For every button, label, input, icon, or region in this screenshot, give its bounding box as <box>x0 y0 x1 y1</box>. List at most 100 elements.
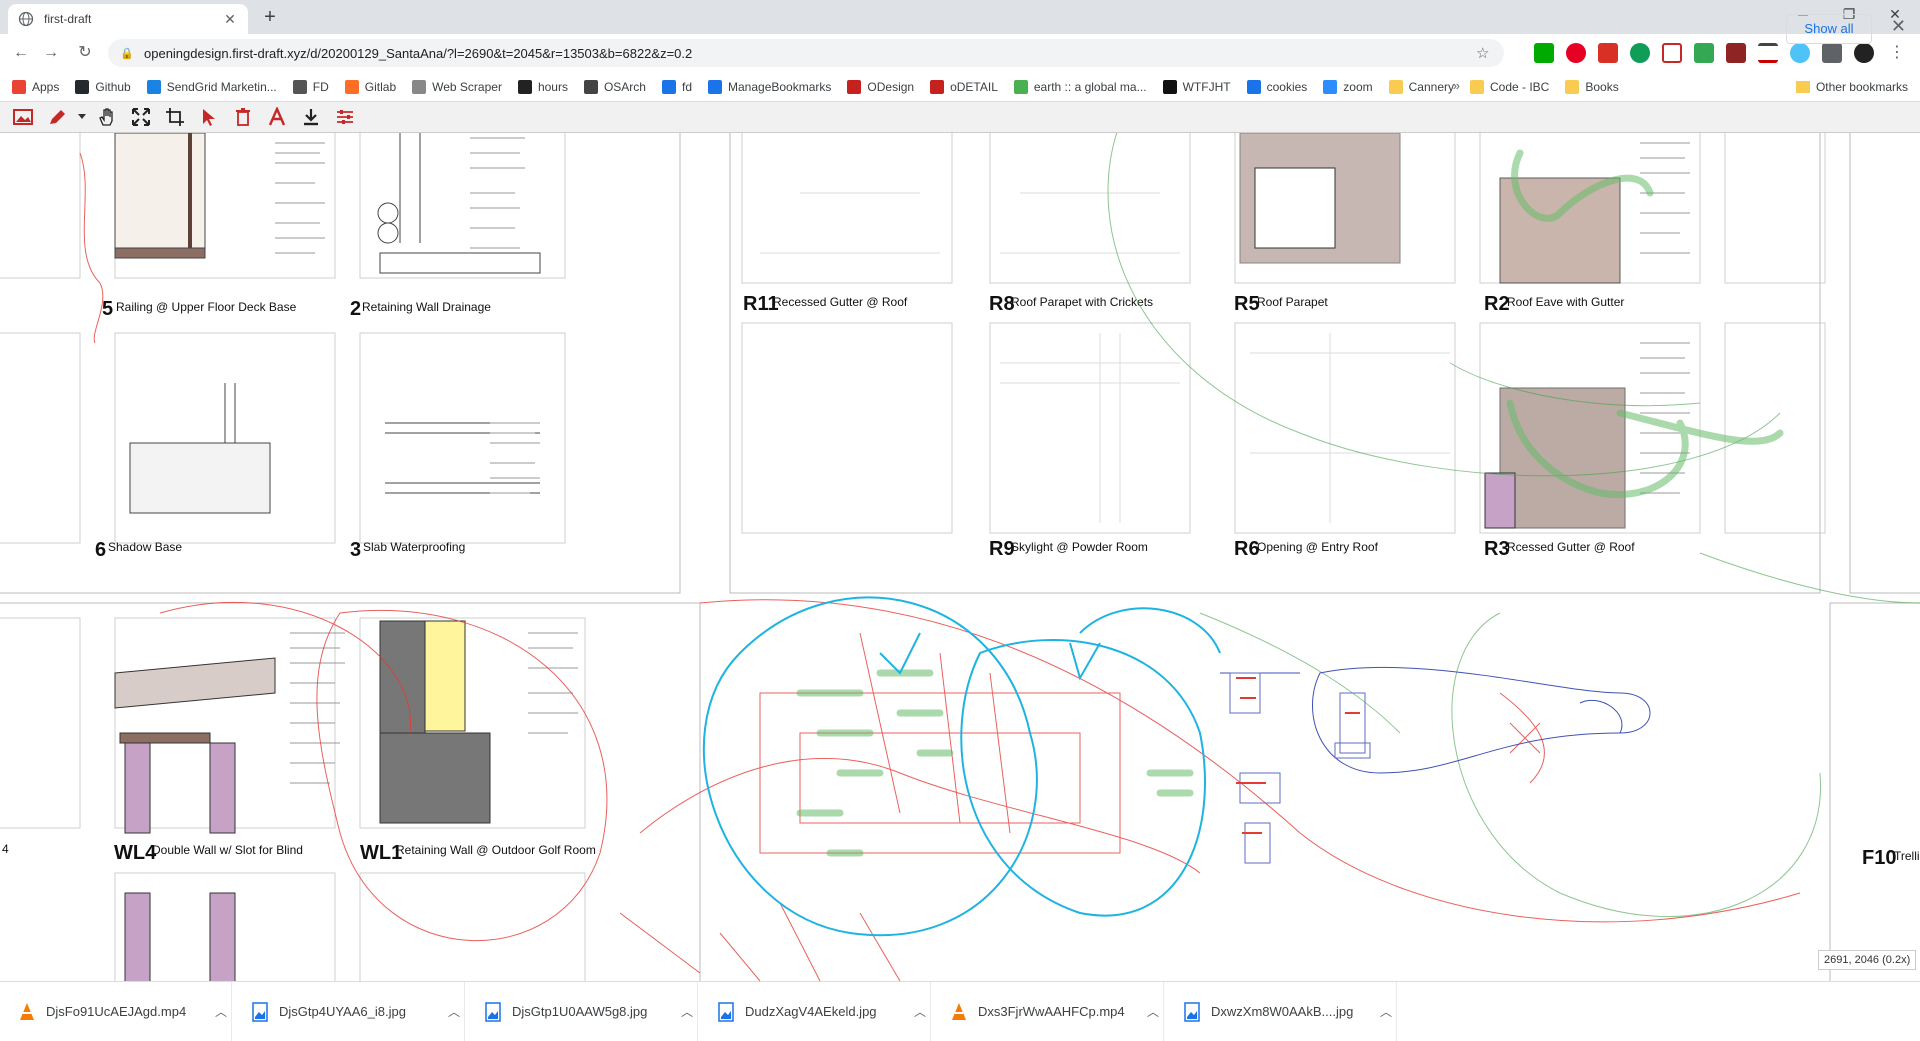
bookmark-favicon-icon <box>1013 79 1028 94</box>
bookmark-item[interactable]: earth :: a global ma... <box>1013 79 1147 94</box>
detail-num: R3 <box>1484 538 1510 560</box>
bookmark-label: ODesign <box>867 79 915 94</box>
forward-button[interactable]: → <box>38 40 64 66</box>
bookmark-label: ManageBookmarks <box>728 79 832 94</box>
bookmark-item[interactable]: Github <box>75 79 131 94</box>
bookmarks-overflow-chevron-icon[interactable]: » <box>1453 78 1460 93</box>
bookmark-item[interactable]: FD <box>292 79 329 94</box>
bookmark-label: Github <box>95 79 131 94</box>
download-item[interactable]: DjsFo91UcAEJAgd.mp4 ︿ <box>0 982 232 1041</box>
chevron-up-icon[interactable]: ︿ <box>910 1003 930 1020</box>
bookmark-label: Web Scraper <box>432 79 502 94</box>
pencil-icon <box>50 110 65 124</box>
bookmark-item[interactable]: Books <box>1565 79 1619 94</box>
drawing-toolbar <box>0 102 1920 133</box>
delete-tool-button[interactable] <box>226 104 260 130</box>
trash-icon <box>236 108 250 126</box>
extension-download-icon[interactable] <box>1694 43 1714 63</box>
image-file-icon <box>718 1001 734 1022</box>
bookmark-item[interactable]: OSArch <box>583 79 646 94</box>
download-item[interactable]: Dxs3FjrWwAAHFCp.mp4 ︿ <box>932 982 1164 1041</box>
crop-tool-button[interactable] <box>158 104 192 130</box>
reload-button[interactable]: ↻ <box>72 40 98 66</box>
bookmark-favicon-icon <box>1469 79 1484 94</box>
puzzle-icon[interactable] <box>1822 43 1842 63</box>
caret-down-icon <box>78 114 86 119</box>
menu-icon[interactable]: ⋮ <box>1884 40 1910 66</box>
bookmark-item[interactable]: Gitlab <box>344 79 396 94</box>
detail-title: Roof Parapet with Crickets <box>1011 295 1153 309</box>
download-filename: DudzXagV4AEkeld.jpg <box>745 1004 877 1019</box>
bookmark-item[interactable]: ODesign <box>847 79 915 94</box>
download-tool-button[interactable] <box>294 104 328 130</box>
image-tool-button[interactable] <box>6 104 40 130</box>
extension-atom-icon[interactable] <box>1790 43 1810 63</box>
bookmark-item[interactable]: cookies <box>1246 79 1307 94</box>
detail-title: Roof Eave with Gutter <box>1507 295 1624 309</box>
bookmark-label: FD <box>312 79 329 94</box>
detail-title: Double Wall w/ Slot for Blind <box>152 843 303 857</box>
canvas-coordinates-readout: 2691, 2046 (0.2x) <box>1818 950 1917 970</box>
download-item[interactable]: DjsGtp4UYAA6_i8.jpg ︿ <box>233 982 465 1041</box>
chevron-up-icon[interactable]: ︿ <box>211 1003 231 1020</box>
bookmark-item[interactable]: ManageBookmarks <box>708 79 832 94</box>
bookmark-star-icon[interactable]: ☆ <box>1476 44 1496 62</box>
pen-options-dropdown[interactable] <box>74 104 90 130</box>
expand-arrows-icon <box>132 108 150 126</box>
vlc-cone-icon <box>952 1002 966 1020</box>
bookmark-favicon-icon <box>412 79 427 94</box>
chevron-up-icon[interactable]: ︿ <box>444 1003 464 1020</box>
new-tab-button[interactable]: + <box>258 6 282 30</box>
close-tab-icon[interactable]: ✕ <box>222 11 238 27</box>
image-file-icon <box>252 1001 268 1022</box>
download-item[interactable]: DxwzXm8W0AAkB....jpg ︿ <box>1165 982 1397 1041</box>
bookmark-item[interactable]: oDETAIL <box>930 79 998 94</box>
download-filename: DjsGtp4UYAA6_i8.jpg <box>279 1004 406 1019</box>
bookmark-item[interactable]: fd <box>661 79 692 94</box>
bookmark-favicon-icon <box>847 79 862 94</box>
settings-sliders-button[interactable] <box>328 104 362 130</box>
extension-green-icon[interactable] <box>1630 43 1650 63</box>
text-tool-button[interactable] <box>260 104 294 130</box>
pen-tool-button[interactable] <box>40 104 74 130</box>
bookmark-item[interactable]: WTFJHT <box>1162 79 1231 94</box>
bookmark-item[interactable]: Apps <box>12 79 59 94</box>
bookmark-item[interactable]: SendGrid Marketin... <box>146 79 277 94</box>
extension-lines-icon[interactable] <box>1758 43 1778 63</box>
select-tool-button[interactable] <box>192 104 226 130</box>
chevron-up-icon[interactable]: ︿ <box>677 1003 697 1020</box>
bookmark-item[interactable]: Cannery <box>1388 79 1454 94</box>
pan-tool-button[interactable] <box>90 104 124 130</box>
bookmark-item[interactable]: zoom <box>1323 79 1373 94</box>
show-all-downloads-button[interactable]: Show all <box>1786 14 1872 44</box>
drawing-canvas[interactable]: 5 Railing @ Upper Floor Deck Base 2 Reta… <box>0 133 1920 981</box>
avatar[interactable] <box>1854 43 1874 63</box>
download-item[interactable]: DudzXagV4AEkeld.jpg ︿ <box>699 982 931 1041</box>
chevron-up-icon[interactable]: ︿ <box>1376 1003 1396 1020</box>
bookmarks-bar: Apps Github SendGrid Marketin... FD Gitlab We… <box>0 72 1920 102</box>
extension-bw-icon[interactable] <box>1534 43 1554 63</box>
downloads-shelf: DjsFo91UcAEJAgd.mp4 ︿ DjsGtp4UYAA6_i8.jpg ︿… <box>0 981 1920 1041</box>
address-bar[interactable]: 🔒 openingdesign.first-draft.xyz/d/202001… <box>108 39 1504 67</box>
other-bookmarks[interactable]: Other bookmarks <box>1795 72 1908 102</box>
download-filename: DxwzXm8W0AAkB....jpg <box>1211 1004 1354 1019</box>
pinterest-icon[interactable] <box>1566 43 1586 63</box>
extension-red-icon[interactable] <box>1598 43 1618 63</box>
tab-first-draft[interactable]: first-draft ✕ <box>8 4 248 34</box>
bookmark-favicon-icon <box>1323 79 1338 94</box>
bookmark-item[interactable]: Code - IBC <box>1469 79 1549 94</box>
bookmark-favicon-icon <box>75 79 90 94</box>
detail-num: 6 <box>95 539 106 561</box>
bookmark-item[interactable]: Web Scraper <box>412 79 502 94</box>
download-item[interactable]: DjsGtp1U0AAW5g8.jpg ︿ <box>466 982 698 1041</box>
chevron-up-icon[interactable]: ︿ <box>1143 1003 1163 1020</box>
extension-pocket-icon[interactable] <box>1662 43 1682 63</box>
bookmark-item[interactable]: hours <box>517 79 568 94</box>
close-downloads-shelf-icon[interactable]: ✕ <box>1891 16 1906 37</box>
bookmark-favicon-icon <box>1162 79 1177 94</box>
back-button[interactable]: ← <box>8 40 34 66</box>
extension-maroon-icon[interactable] <box>1726 43 1746 63</box>
image-file-icon <box>1184 1001 1200 1022</box>
fit-view-button[interactable] <box>124 104 158 130</box>
bookmark-label: oDETAIL <box>950 79 998 94</box>
